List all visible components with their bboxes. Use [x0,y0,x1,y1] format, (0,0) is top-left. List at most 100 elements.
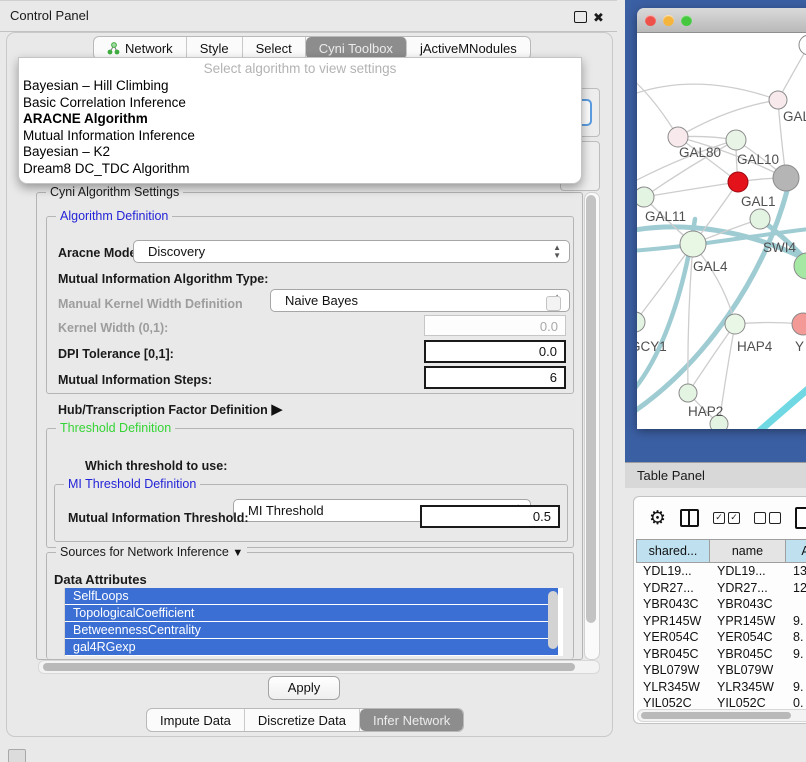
apply-button[interactable]: Apply [268,676,340,700]
close-traffic-light-icon[interactable] [645,15,656,26]
tab-impute-data[interactable]: Impute Data [147,709,245,731]
network-node[interactable] [773,165,799,191]
network-node-hap2[interactable] [679,384,697,402]
data-attributes-label: Data Attributes [54,572,147,587]
settings-horizontal-scrollbar[interactable] [38,660,600,674]
table-horizontal-scrollbar-thumb[interactable] [641,712,791,719]
network-canvas[interactable]: GALGAL80GAL10GAL1GAL11SWI4GAL4GCY1HAP4YH… [637,33,806,429]
network-node-gal1[interactable] [728,172,748,192]
network-edge[interactable] [637,84,778,100]
algorithm-option[interactable]: Mutual Information Inference [19,128,581,145]
algorithm-option[interactable]: Basic Correlation Inference [19,95,581,112]
network-node-swi4[interactable] [750,209,770,229]
select-all-checkboxes-icon[interactable]: ✓✓ [713,512,740,524]
data-attribute-item-selected[interactable]: gal4RGexp [65,639,558,655]
table-row[interactable]: YBR043CYBR043C [636,596,806,613]
network-node-hap4[interactable] [725,314,745,334]
aracne-mode-combo[interactable]: Discovery ▲▼ [133,240,570,263]
algorithm-option[interactable]: Bayesian – Hill Climbing [19,78,581,95]
network-node-gal4[interactable] [680,231,706,257]
table-cell [786,662,806,679]
mi-threshold-field[interactable]: 0.5 [420,505,560,528]
network-edge[interactable] [637,244,693,322]
network-node-label: HAP2 [688,404,723,419]
tab-infer-network[interactable]: Infer Network [360,709,463,731]
tab-network[interactable]: Network [94,37,187,59]
table-column-header[interactable]: name [710,539,786,563]
hub-definition-label: Hub/Transcription Factor Definition [58,403,268,417]
table-horizontal-scrollbar[interactable] [637,709,806,722]
table-row[interactable]: YPR145WYPR145W9. [636,613,806,630]
settings-horizontal-scrollbar-thumb[interactable] [43,663,575,671]
algorithm-option[interactable]: Bayesian – K2 [19,144,581,161]
network-node-gal11[interactable] [637,187,654,207]
table-cell: YER054C [710,629,786,646]
data-attribute-item-selected[interactable]: BetweennessCentrality [65,622,558,638]
tab-jactivemnodules[interactable]: jActiveMNodules [407,37,530,59]
table-row[interactable]: YLR345WYLR345W9. [636,679,806,696]
network-node-label: GAL [783,109,806,124]
zoom-traffic-light-icon[interactable] [681,15,692,26]
document-icon[interactable] [795,507,806,529]
mi-steps-field[interactable]: 6 [424,366,566,389]
data-attribute-item-selected[interactable]: SelfLoops [65,588,558,604]
aracne-mode-value: Discovery [148,244,205,259]
network-edge[interactable] [755,383,806,429]
dpi-tolerance-label: DPI Tolerance [0,1]: [58,347,174,361]
tab-label: Cyni Toolbox [319,41,393,56]
tab-select[interactable]: Select [243,37,306,59]
float-panel-icon[interactable] [574,11,587,23]
algorithm-option[interactable]: ARACNE Algorithm [19,111,581,128]
table-column-header[interactable]: shared... [636,539,710,563]
disclosure-down-icon: ▼ [232,547,243,559]
network-node-gcy1[interactable] [637,312,645,332]
data-attribute-item-selected[interactable]: TopologicalCoefficient [65,605,558,621]
sources-group-title[interactable]: Sources for Network Inference ▼ [56,545,247,559]
manual-kernel-checkbox[interactable] [546,296,561,311]
table-cell [786,596,806,613]
table-row[interactable]: YER054CYER054C8. [636,629,806,646]
dpi-tolerance-field[interactable]: 0.0 [424,340,566,363]
deselect-all-checkboxes-icon[interactable] [754,512,781,524]
hub-definition-disclosure[interactable]: Hub/Transcription Factor Definition ▶ [58,400,283,418]
table-cell: 8. [786,629,806,646]
collapsed-panel-icon[interactable] [8,749,26,762]
network-graph[interactable]: GALGAL80GAL10GAL1GAL11SWI4GAL4GCY1HAP4YH… [637,33,806,429]
table-row[interactable]: YBR045CYBR045C9. [636,646,806,663]
network-node-gal[interactable] [769,91,787,109]
minimize-traffic-light-icon[interactable] [663,15,674,26]
algorithm-option[interactable]: Dream8 DC_TDC Algorithm [19,161,581,178]
gear-icon[interactable]: ⚙ [649,507,666,530]
table-row[interactable]: YDR27...YDR27...12 [636,580,806,597]
kernel-width-field[interactable]: 0.0 [424,315,566,336]
network-node-y[interactable] [792,313,806,335]
table-cell: YBL079W [636,662,710,679]
tab-label: Network [125,41,173,56]
table-row[interactable]: YDL19...YDL19...13 [636,563,806,580]
table-column-header[interactable]: A [786,539,806,563]
network-node-gal80[interactable] [668,127,688,147]
network-edge[interactable] [644,182,738,197]
close-panel-icon[interactable]: ✖ [592,11,605,24]
table-row[interactable]: YBL079WYBL079W [636,662,806,679]
settings-vertical-scrollbar[interactable] [584,192,600,660]
tab-cyni-toolbox[interactable]: Cyni Toolbox [306,37,407,59]
data-attributes-list[interactable]: SelfLoopsTopologicalCoefficientBetweenne… [64,588,563,656]
network-node[interactable] [799,35,806,55]
control-panel-titlebar [0,0,617,32]
which-threshold-label: Which threshold to use: [85,459,227,473]
network-node-label: Y [795,339,804,354]
tab-discretize-data[interactable]: Discretize Data [245,709,360,731]
network-edge[interactable] [678,100,778,137]
table-panel-box: ⚙ ✓✓ shared...nameA YDL19...YDL19...13YD… [633,496,806,724]
split-columns-icon[interactable] [680,509,699,527]
attributes-scrollbar-thumb[interactable] [548,591,558,649]
mi-type-combo[interactable]: Naive Bayes ▲▼ [270,289,570,312]
tab-style[interactable]: Style [187,37,243,59]
settings-vertical-scrollbar-thumb[interactable] [586,195,596,623]
tab-label: Discretize Data [258,713,346,728]
network-node-gal10[interactable] [726,130,746,150]
network-edge[interactable] [637,78,678,137]
table-cell: YDR27... [636,580,710,597]
network-window-titlebar[interactable] [637,8,806,33]
